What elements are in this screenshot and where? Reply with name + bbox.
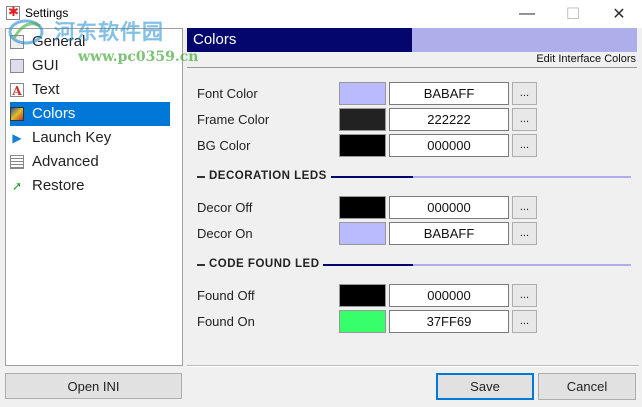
decoration-leds-heading: DECORATION LEDS	[209, 170, 327, 182]
section-divider	[323, 264, 413, 266]
save-button[interactable]: Save	[436, 373, 534, 400]
close-button[interactable]: ✕	[596, 0, 642, 28]
section-divider	[197, 176, 205, 178]
maximize-icon: ☐	[565, 6, 581, 23]
launch-key-icon: ▶	[12, 131, 22, 145]
title-bar: Settings — ☐ ✕	[0, 0, 642, 28]
found-off-picker-button[interactable]: ...	[512, 284, 537, 307]
found-off-hex-input[interactable]: 000000	[389, 284, 509, 307]
footer-divider	[187, 365, 639, 367]
app-icon	[6, 4, 20, 20]
section-divider	[331, 176, 413, 178]
nav-item-launch-key[interactable]: ▶ Launch Key	[6, 126, 182, 150]
panel-title: Colors	[193, 31, 237, 48]
nav-item-label: Advanced	[32, 153, 99, 170]
font-color-swatch[interactable]	[339, 82, 386, 105]
decor-off-picker-button[interactable]: ...	[512, 196, 537, 219]
maximize-button: ☐	[550, 0, 596, 28]
nav-item-label: Launch Key	[32, 129, 112, 146]
found-on-hex-input[interactable]: 37FF69	[389, 310, 509, 333]
gui-icon	[10, 59, 24, 73]
font-color-hex-input[interactable]: BABAFF	[389, 82, 509, 105]
found-off-swatch[interactable]	[339, 284, 386, 307]
nav-item-label: Colors	[32, 105, 76, 122]
nav-item-restore[interactable]: ➚ Restore	[6, 174, 182, 198]
nav-item-gui[interactable]: GUI	[6, 54, 182, 78]
panel-subheader: Edit Interface Colors	[187, 52, 637, 68]
section-divider	[413, 264, 631, 266]
frame-color-hex-input[interactable]: 222222	[389, 108, 509, 131]
bg-color-hex-input[interactable]: 000000	[389, 134, 509, 157]
cancel-button[interactable]: Cancel	[538, 373, 636, 400]
frame-color-swatch[interactable]	[339, 108, 386, 131]
frame-color-picker-button[interactable]: ...	[512, 108, 537, 131]
nav-item-advanced[interactable]: Advanced	[6, 150, 182, 174]
nav-item-colors[interactable]: Colors	[10, 102, 170, 126]
bg-color-swatch[interactable]	[339, 134, 386, 157]
settings-nav-list: General GUI A Text Colors ▶ Launch Key A…	[5, 28, 183, 366]
section-divider	[197, 264, 205, 266]
panel-subtitle: Edit Interface Colors	[536, 53, 636, 65]
nav-item-label: GUI	[32, 57, 59, 74]
nav-item-general[interactable]: General	[6, 30, 182, 54]
decor-off-swatch[interactable]	[339, 196, 386, 219]
nav-item-label: General	[32, 33, 86, 50]
font-color-picker-button[interactable]: ...	[512, 82, 537, 105]
panel-header: Colors	[187, 28, 637, 52]
found-on-swatch[interactable]	[339, 310, 386, 333]
code-found-led-heading: CODE FOUND LED	[209, 258, 320, 270]
decor-off-label: Decor Off	[197, 200, 253, 215]
decor-on-hex-input[interactable]: BABAFF	[389, 222, 509, 245]
open-ini-button[interactable]: Open INI	[5, 373, 182, 399]
minimize-button[interactable]: —	[504, 0, 550, 28]
bg-color-label: BG Color	[197, 138, 251, 153]
nav-item-label: Text	[32, 81, 60, 98]
text-icon: A	[10, 83, 24, 98]
found-off-label: Found Off	[197, 288, 255, 303]
restore-icon: ➚	[11, 179, 23, 193]
decor-on-swatch[interactable]	[339, 222, 386, 245]
found-on-label: Found On	[197, 314, 255, 329]
advanced-icon	[10, 155, 24, 169]
nav-item-text[interactable]: A Text	[6, 78, 182, 102]
decor-on-label: Decor On	[197, 226, 253, 241]
minimize-icon: —	[519, 5, 535, 22]
font-color-label: Font Color	[197, 86, 258, 101]
general-icon	[10, 35, 24, 49]
bg-color-picker-button[interactable]: ...	[512, 134, 537, 157]
colors-icon	[10, 107, 24, 121]
frame-color-label: Frame Color	[197, 112, 270, 127]
close-icon: ✕	[612, 6, 626, 23]
section-divider	[413, 176, 631, 178]
found-on-picker-button[interactable]: ...	[512, 310, 537, 333]
window-title: Settings	[25, 6, 69, 20]
decor-on-picker-button[interactable]: ...	[512, 222, 537, 245]
nav-item-label: Restore	[32, 177, 85, 194]
decor-off-hex-input[interactable]: 000000	[389, 196, 509, 219]
